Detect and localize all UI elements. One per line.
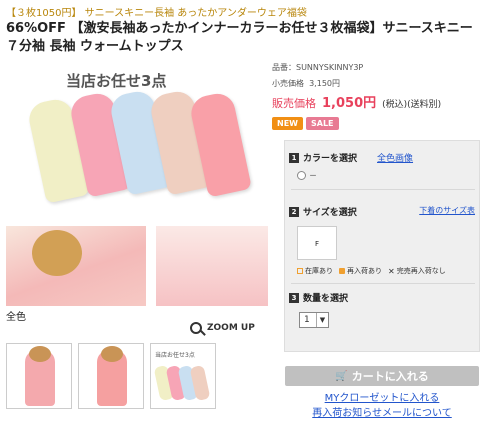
divider	[291, 189, 475, 190]
sale-price: 販売価格 1,050円 (税込)(送料別)	[272, 92, 486, 111]
sleeve-detail-photo	[156, 226, 268, 306]
thumb-caption: 当店お任せ3点	[155, 352, 195, 359]
color-heading-text: カラーを選択	[303, 154, 358, 164]
thumbnail-1[interactable]	[6, 343, 72, 409]
product-code-label: 品番：	[272, 63, 296, 72]
thumb-hair	[29, 346, 51, 362]
stock-legend: 在庫あり 再入荷あり ✕ 完売再入荷なし	[297, 266, 481, 276]
page-title: 66%OFF 【激安長袖あったかインナーカラーお任せ３枚福袋】サニースキニー ７…	[6, 21, 473, 54]
list-price-label: 小売価格	[272, 79, 304, 88]
model-images	[6, 226, 268, 306]
legend-sold-out-text: 完売再入荷なし	[396, 267, 446, 275]
step-number: 2	[289, 206, 299, 217]
all-color-images-link[interactable]: 全色画像	[377, 151, 413, 164]
step-number: 3	[289, 292, 299, 303]
quantity-heading-text: 数量を選択	[303, 294, 349, 304]
tax-note: (税込)(送料別)	[382, 100, 442, 110]
zoom-label: ZOOM UP	[207, 323, 255, 333]
list-price-value: 3,150円	[309, 79, 340, 88]
color-option-label: －	[309, 171, 317, 180]
legend-sold-out: ✕ 完売再入荷なし	[388, 266, 446, 276]
badges: NEW SALE	[272, 117, 486, 130]
legend-restock: 再入荷あり	[339, 266, 382, 276]
size-section: 2 サイズを選択 下着のサイズ表 F 在庫あり 再入荷あり ✕ 完売再入荷なし	[285, 205, 481, 276]
restock-icon	[339, 268, 345, 274]
quantity-row: 1 ▼	[299, 312, 481, 328]
legend-restock-text: 再入荷あり	[347, 267, 382, 275]
step-number: 1	[289, 152, 299, 163]
all-color-label: 全色	[6, 312, 26, 323]
divider	[291, 283, 475, 284]
product-info: 品番：SUNNYSKINNY3P 小売価格 3,150円 販売価格 1,050円…	[272, 62, 486, 130]
thumbnail-3[interactable]: 当店お任せ3点	[150, 343, 216, 409]
color-heading: 1 カラーを選択 全色画像	[289, 151, 481, 164]
color-section: 1 カラーを選択 全色画像 －	[285, 151, 481, 181]
new-badge: NEW	[272, 117, 303, 130]
quantity-value: 1	[304, 315, 310, 325]
thumbnail-strip: 当店お任せ3点	[6, 343, 216, 409]
size-heading-text: サイズを選択	[303, 208, 357, 218]
sale-badge: SALE	[305, 117, 339, 130]
cross-icon: ✕	[388, 266, 395, 276]
options-panel: 1 カラーを選択 全色画像 － 2 サイズを選択 下着のサイズ表 F 在庫あり …	[284, 140, 480, 352]
zoom-button[interactable]: ZOOM UP	[190, 322, 255, 334]
product-code: 品番：SUNNYSKINNY3P	[272, 62, 486, 73]
size-chart-link[interactable]: 下着のサイズ表	[419, 205, 475, 216]
sale-price-label: 販売価格	[272, 97, 316, 110]
in-stock-icon	[297, 268, 303, 274]
chevron-down-icon: ▼	[316, 313, 328, 327]
legend-in-stock-text: 在庫あり	[305, 267, 333, 275]
main-product-image[interactable]: 当店お任せ3点	[6, 62, 268, 222]
quantity-section: 3 数量を選択 1 ▼	[285, 291, 481, 328]
product-code-value: SUNNYSKINNY3P	[296, 63, 364, 72]
color-radio[interactable]	[297, 171, 306, 180]
restock-notice-link[interactable]: 再入荷お知らせメールについて	[285, 404, 479, 419]
magnifier-icon	[190, 322, 202, 334]
color-option[interactable]: －	[297, 170, 481, 181]
list-price: 小売価格 3,150円	[272, 78, 486, 89]
main-image-caption: 当店お任せ3点	[66, 72, 167, 90]
thumbnail-2[interactable]	[78, 343, 144, 409]
my-closet-link[interactable]: MYクローゼットに入れる	[285, 389, 479, 404]
size-option-f[interactable]: F	[297, 226, 337, 260]
add-to-cart-button[interactable]: 🛒 カートに入れる	[285, 366, 479, 386]
model-hair	[32, 230, 82, 276]
sale-price-value: 1,050円	[322, 96, 377, 111]
cart-icon: 🛒	[335, 370, 348, 382]
thumb-hair	[101, 346, 123, 362]
quantity-heading: 3 数量を選択	[289, 291, 481, 304]
legend-in-stock: 在庫あり	[297, 266, 333, 276]
add-to-cart-label: カートに入れる	[351, 370, 429, 383]
quantity-select[interactable]: 1 ▼	[299, 312, 329, 328]
breadcrumb[interactable]: 【３枚1050円】 サニースキニー長袖 あったかアンダーウェア福袋	[6, 4, 307, 19]
model-photo	[6, 226, 146, 306]
